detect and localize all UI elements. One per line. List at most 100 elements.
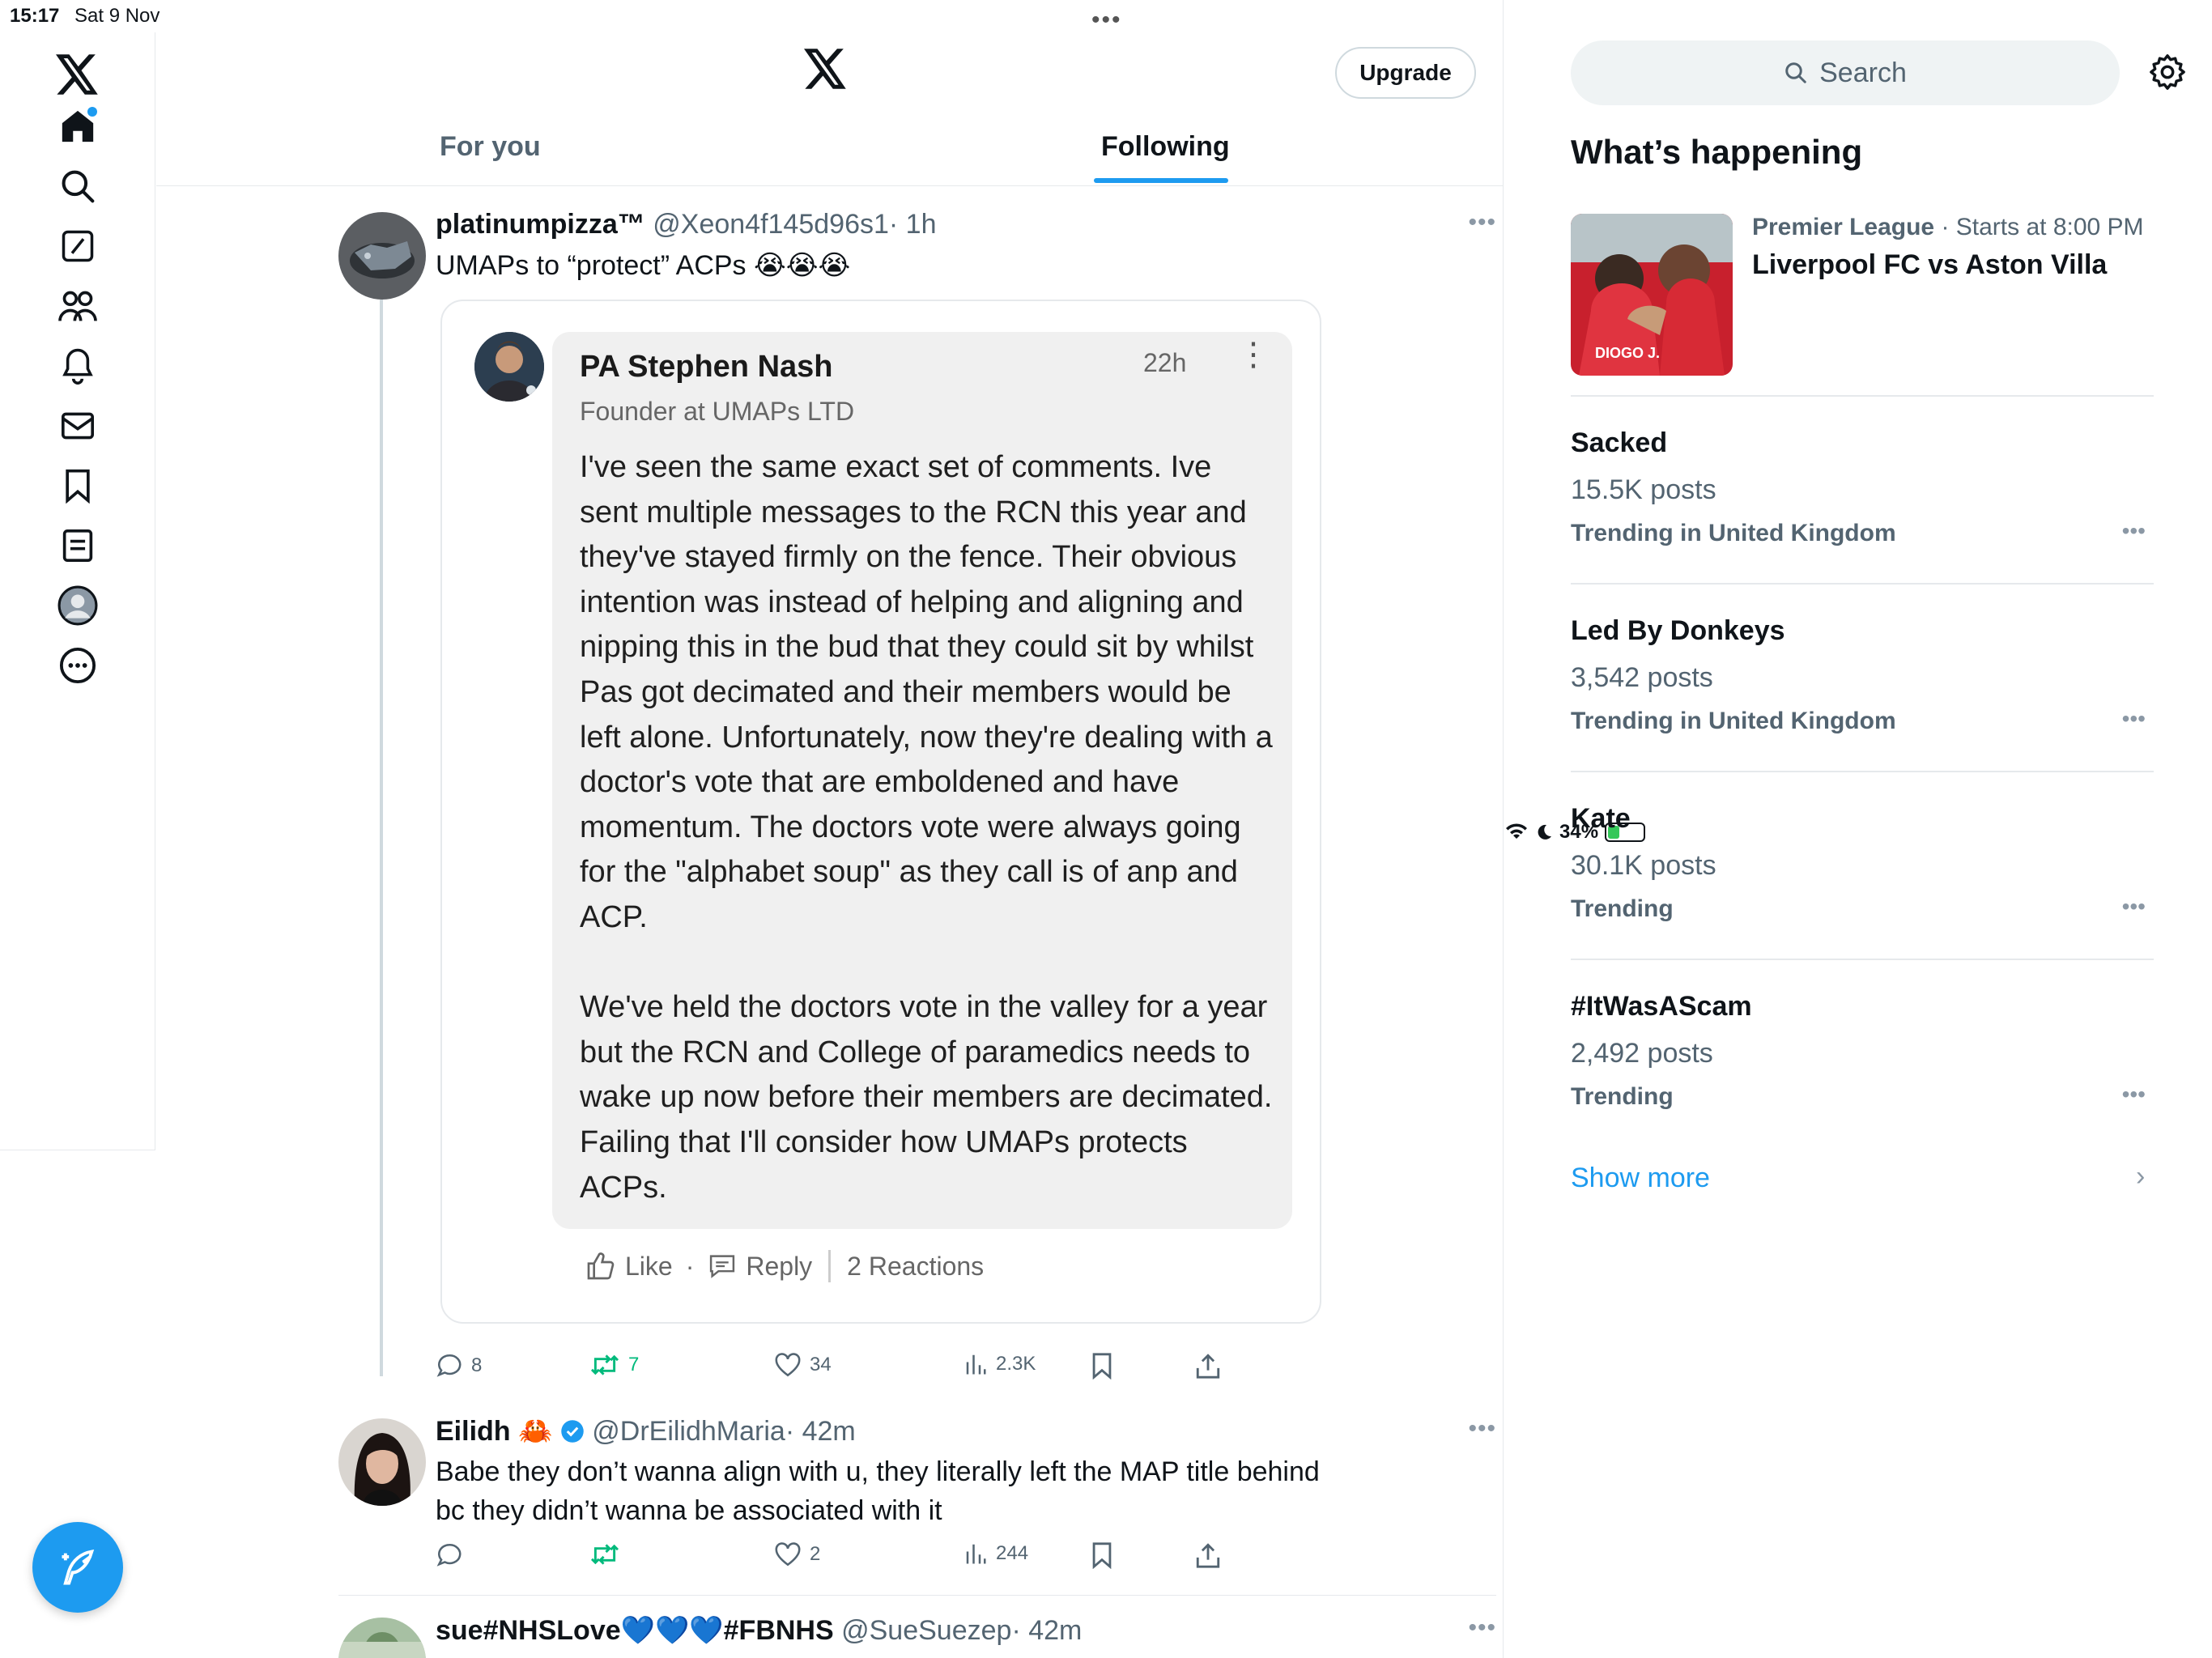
trend-more-icon[interactable]: •••: [2122, 1082, 2146, 1107]
author-name[interactable]: Eilidh 🦀: [436, 1416, 552, 1447]
tweet-more-icon[interactable]: •••: [1468, 1614, 1496, 1642]
author-handle[interactable]: @SueSuezep: [841, 1615, 1011, 1646]
active-tab-indicator: [1094, 178, 1228, 183]
grok-icon[interactable]: [53, 222, 102, 270]
repost-icon: [590, 1354, 619, 1375]
trend-more-icon[interactable]: •••: [2122, 706, 2146, 732]
timeline-column: Upgrade For you Following platinumpizza™…: [156, 0, 1504, 1658]
bookmark-button[interactable]: [1090, 1352, 1114, 1380]
quoted-time: 22h: [1143, 348, 1187, 377]
tweet-time[interactable]: · 1h: [889, 209, 937, 240]
views-button[interactable]: 2.3K: [963, 1352, 1036, 1376]
avatar[interactable]: [338, 1418, 426, 1506]
trend-name: Kate: [1571, 803, 1631, 834]
tweet-actions: 2 244: [436, 1541, 1245, 1582]
tweet-header: Eilidh 🦀 @DrEilidhMaria· 42m: [436, 1415, 856, 1448]
like-count: 2: [810, 1543, 821, 1565]
tweet[interactable]: sue#NHSLove💙💙💙#FBNHS @SueSuezep· 42m •••: [338, 1614, 1496, 1658]
attached-image[interactable]: PA Stephen Nash 22h ⋮ Founder at UMAPs L…: [440, 300, 1321, 1324]
trend-context: Trending: [1571, 1083, 1674, 1110]
tweet-header: sue#NHSLove💙💙💙#FBNHS @SueSuezep· 42m: [436, 1614, 1082, 1647]
comment-icon: [710, 1255, 735, 1278]
heart-icon: [775, 1353, 801, 1377]
header-x-logo-icon[interactable]: [804, 49, 848, 93]
whats-happening-title: What’s happening: [1571, 133, 1863, 171]
trend-item[interactable]: Kate 30.1K posts Trending •••: [1571, 771, 2154, 959]
event-item[interactable]: DIOGO J. Premier League · Starts at 8:00…: [1571, 214, 2154, 376]
tweet-header: platinumpizza™ @Xeon4f145d96s1· 1h: [436, 209, 936, 240]
home-icon[interactable]: [53, 102, 102, 151]
reply-button[interactable]: [436, 1541, 463, 1569]
like-button[interactable]: 34: [774, 1352, 832, 1378]
reply-label: Reply: [746, 1251, 813, 1281]
event-league: Premier League: [1752, 214, 1935, 240]
tweet-more-icon[interactable]: •••: [1468, 209, 1496, 236]
lists-icon[interactable]: [53, 521, 102, 570]
tweet-time[interactable]: · 42m: [1011, 1615, 1082, 1646]
quoted-body: I've seen the same exact set of comments…: [580, 445, 1276, 1256]
trend-more-icon[interactable]: •••: [2122, 894, 2146, 920]
more-icon[interactable]: [53, 641, 102, 690]
status-time: 15:17: [10, 5, 60, 27]
search-input[interactable]: Search: [1571, 40, 2120, 105]
share-button[interactable]: [1195, 1352, 1221, 1380]
quoted-reactions-bar: Like · Reply 2 Reactions: [585, 1250, 984, 1282]
communities-icon[interactable]: [53, 282, 102, 330]
trend-count: 2,492 posts: [1571, 1038, 1713, 1069]
compose-icon: [62, 1550, 95, 1585]
like-button[interactable]: 2: [774, 1541, 820, 1567]
repost-button[interactable]: [589, 1541, 620, 1567]
author-handle[interactable]: @DrEilidhMaria: [592, 1416, 785, 1447]
reactions-separator: [828, 1250, 832, 1282]
author-handle[interactable]: @Xeon4f145d96s1: [653, 209, 889, 240]
share-button[interactable]: [1195, 1541, 1221, 1569]
event-title: Liverpool FC vs Aston Villa: [1752, 249, 2108, 280]
bookmarks-icon[interactable]: [53, 461, 102, 510]
trend-more-icon[interactable]: •••: [2122, 518, 2146, 544]
x-logo-icon[interactable]: [53, 50, 102, 99]
tab-following[interactable]: Following: [1101, 131, 1230, 163]
trend-name: #ItWasAScam: [1571, 991, 1752, 1022]
status-date: Sat 9 Nov: [74, 5, 160, 27]
trend-name: Led By Donkeys: [1571, 615, 1785, 646]
avatar[interactable]: [338, 1618, 426, 1658]
trend-count: 3,542 posts: [1571, 662, 1713, 693]
timeline-tabs: For you Following: [156, 121, 1504, 186]
compose-button[interactable]: [32, 1522, 123, 1613]
bookmark-icon: [1092, 1353, 1112, 1380]
trend-item[interactable]: #ItWasAScam 2,492 posts Trending •••: [1571, 959, 2154, 1146]
tweet[interactable]: platinumpizza™ @Xeon4f145d96s1· 1h ••• U…: [338, 209, 1496, 1399]
event-meta: · Starts at 8:00 PM: [1934, 214, 2144, 240]
tweet-more-icon[interactable]: •••: [1468, 1415, 1496, 1443]
bookmark-button[interactable]: [1090, 1541, 1114, 1569]
author-name[interactable]: platinumpizza™: [436, 209, 645, 240]
views-button[interactable]: 244: [963, 1541, 1028, 1566]
reply-button[interactable]: 8: [436, 1352, 482, 1380]
author-name[interactable]: sue#NHSLove💙💙💙#FBNHS: [436, 1615, 834, 1646]
avatar[interactable]: [338, 212, 426, 300]
settings-gear-icon[interactable]: [2149, 53, 2186, 95]
messages-icon[interactable]: [53, 402, 102, 450]
quoted-paragraph: I've seen the same exact set of comments…: [580, 450, 1273, 934]
views-count: 244: [996, 1542, 1029, 1564]
search-icon: [1785, 62, 1806, 83]
tab-for-you[interactable]: For you: [440, 131, 541, 163]
trend-item[interactable]: Sacked 15.5K posts Trending in United Ki…: [1571, 395, 2154, 583]
upgrade-button[interactable]: Upgrade: [1335, 47, 1476, 99]
thumbs-up-icon: [587, 1252, 615, 1280]
notifications-icon[interactable]: [53, 342, 102, 390]
repost-button[interactable]: 7: [589, 1352, 639, 1378]
like-count: 34: [810, 1354, 832, 1375]
tweet-time[interactable]: · 42m: [785, 1416, 856, 1447]
repost-icon: [590, 1544, 619, 1565]
heart-icon: [775, 1542, 801, 1567]
trend-name: Sacked: [1571, 427, 1668, 458]
reactions-dot: ·: [685, 1251, 695, 1281]
trend-item[interactable]: Led By Donkeys 3,542 posts Trending in U…: [1571, 583, 2154, 771]
show-more-link[interactable]: Show more: [1571, 1163, 1710, 1194]
profile-icon[interactable]: [53, 581, 102, 630]
home-notification-dot: [87, 107, 97, 117]
tweet[interactable]: Eilidh 🦀 @DrEilidhMaria· 42m ••• Babe th…: [338, 1415, 1496, 1593]
search-placeholder: Search: [1819, 57, 1907, 88]
search-icon[interactable]: [53, 162, 102, 210]
